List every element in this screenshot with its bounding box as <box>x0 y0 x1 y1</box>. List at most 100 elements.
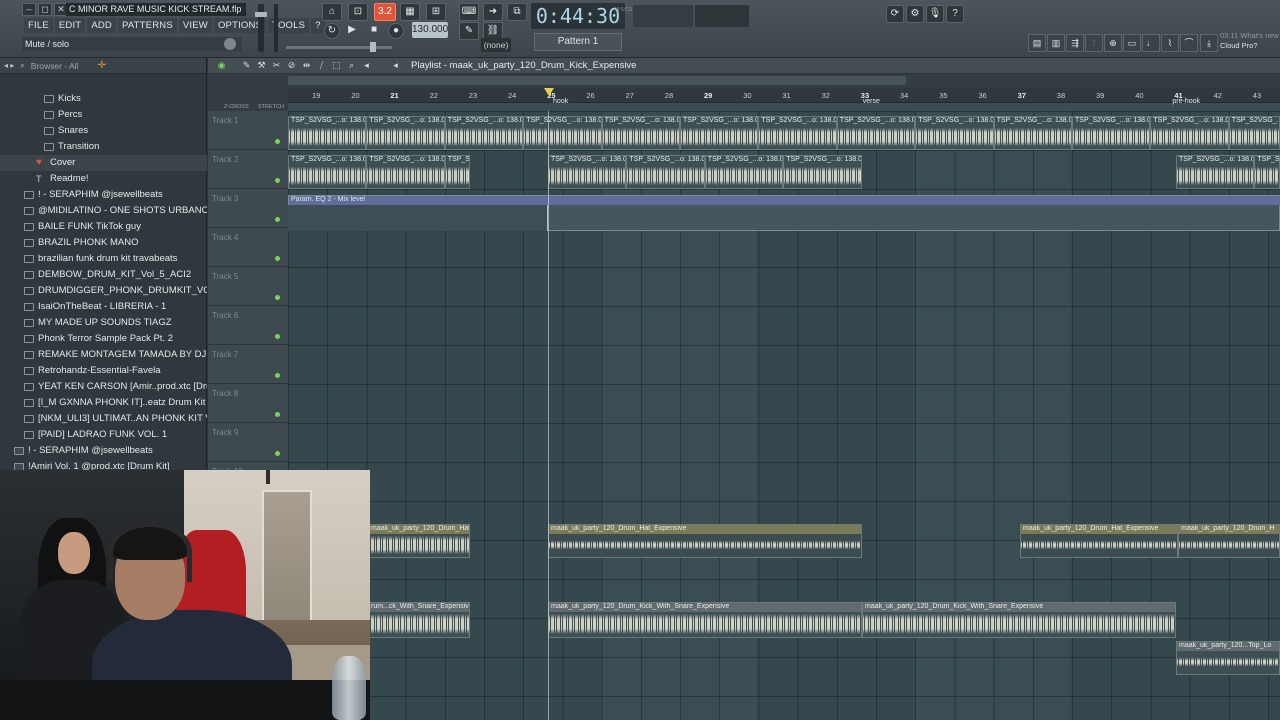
hat-clip-2[interactable]: maak_uk_party_120_Drum_Hat_Expensive <box>548 524 862 558</box>
playlist-view-icon[interactable]: ▤ <box>1028 34 1046 52</box>
browser-item[interactable]: brazilian funk drum kit travabeats <box>0 251 207 267</box>
top-loop-clip[interactable]: maak_uk_party_120...Top_Lo <box>1176 641 1280 675</box>
menu-patterns[interactable]: PATTERNS <box>118 18 177 33</box>
timeline-ruler[interactable]: 19 20 21 22 23 24 25 26 27 28 29 30 31 32 33 34 35 36 37 38… <box>288 88 1280 105</box>
browser-item[interactable]: DEMBOW_DRUM_KIT_Vol_5_ACI2 <box>0 267 207 283</box>
track-header[interactable]: Track 6 <box>208 306 288 345</box>
channel-rack-icon[interactable]: ⇶ <box>1066 34 1084 52</box>
plugin-icon[interactable]: ⚙ <box>906 5 924 23</box>
menu-view[interactable]: VIEW <box>178 18 212 33</box>
browser-item[interactable]: REMAKE MONTAGEM TAMADA BY DJ GYX <box>0 347 207 363</box>
mixer-icon[interactable]: ⧉ <box>507 3 527 21</box>
maximize-icon[interactable]: ◻ <box>38 3 52 16</box>
master-pitch-slider[interactable] <box>274 4 278 52</box>
tempo-display[interactable]: 130.000 <box>412 22 448 38</box>
metronome-icon[interactable]: ⌂ <box>322 3 342 21</box>
track-1-clip[interactable]: TSP_S2VSG_...o: 138.0 <box>601 116 680 150</box>
zoom-tool-icon[interactable]: ⌕ <box>346 60 357 71</box>
loop-icon[interactable]: ↻ <box>324 23 340 39</box>
track-1-clip[interactable]: TSP_S2VSG_...o: 138.0 <box>915 116 994 150</box>
browser-item[interactable]: Retrohandz-Essential-Favela <box>0 363 207 379</box>
paint-tool-icon[interactable]: ⚒ <box>256 60 267 71</box>
record-icon[interactable]: ● <box>388 23 404 39</box>
browser-nav-arrow-icon[interactable]: ◂ ▸ <box>4 61 14 70</box>
playlist-menu-icon[interactable]: ◉ <box>216 60 227 71</box>
browser-item[interactable]: DRUMDIGGER_PHONK_DRUMKIT_VOL_3 <box>0 283 207 299</box>
magnet-icon[interactable]: ⌒ <box>1180 34 1198 52</box>
browser-item[interactable]: @MIDILATINO - ONE SHOTS URBANOS VOL. 2 <box>0 203 207 219</box>
step-edit-icon[interactable]: ▦ <box>400 3 420 21</box>
track-2-clip[interactable]: TSP_S2VSG_...o: 138.0 <box>444 155 470 189</box>
track-header[interactable]: Track 5 <box>208 267 288 306</box>
track-2-clip[interactable]: TSP_S2VSG_...o: 138.0 <box>1176 155 1255 189</box>
playlist-scrollbar[interactable] <box>288 76 906 85</box>
track-1-clip[interactable]: TSP_S2VSG_...o: 138.0 <box>993 116 1072 150</box>
track-2-clip[interactable]: TSP_S2VSG_...o: 138.0 <box>704 155 784 189</box>
brush-icon[interactable]: ✎ <box>459 22 479 40</box>
tempo-tapper-icon[interactable]: ♩ <box>1142 34 1160 52</box>
mute-tool-icon[interactable]: ⊘ <box>286 60 297 71</box>
timeline-marker[interactable]: verse <box>863 98 880 105</box>
track-mute-led-icon[interactable] <box>275 139 280 144</box>
hat-clip-1[interactable]: maak_uk_party_120_Drum_Hat_Expensive <box>368 524 470 558</box>
track-mute-led-icon[interactable] <box>275 295 280 300</box>
track-header[interactable]: Track 9 <box>208 423 288 462</box>
menu-add[interactable]: ADD <box>87 18 116 33</box>
browser-item[interactable]: BAILE FUNK TikTok guy <box>0 219 207 235</box>
touch-controller-icon[interactable]: ⌇ <box>1161 34 1179 52</box>
browser-item[interactable]: T Readme! <box>0 171 207 187</box>
browser-item[interactable]: MY MADE UP SOUNDS TIAGZ <box>0 315 207 331</box>
track-mute-led-icon[interactable] <box>275 373 280 378</box>
browser-search-icon[interactable]: ⌕ <box>20 61 24 71</box>
browser-item[interactable]: ! - SERAPHIM @jsewellbeats <box>0 187 207 203</box>
countdown-button[interactable]: 3.2 <box>374 3 396 21</box>
browser-item[interactable]: Phonk Terror Sample Pack Pt. 2 <box>0 331 207 347</box>
playlist-grid[interactable]: TSP_S2VSG_...o: 138.0 TSP_S2VSG_...o: 138… <box>288 111 1280 720</box>
playlist-overview[interactable] <box>208 74 1280 88</box>
track-2-clip[interactable]: TSP_S2VSG_...o: 138.0 <box>783 155 862 189</box>
playback-tool-icon[interactable]: ◂ <box>361 60 372 71</box>
track-header[interactable]: Track 1 <box>208 111 288 150</box>
hat-clip-3[interactable]: maak_uk_party_120_Drum_Hat_Expensive <box>1020 524 1178 558</box>
typing-keyboard-icon[interactable]: ⌨ <box>459 3 479 21</box>
zcross-label[interactable]: Z-CROSS <box>224 104 249 110</box>
select-tool-icon[interactable]: ⬚ <box>331 60 342 71</box>
timeline-marker[interactable]: pre-hook <box>1172 98 1200 105</box>
plugin-picker-icon[interactable]: ⊕ <box>1104 34 1122 52</box>
slip-tool-icon[interactable]: ⇹ <box>301 60 312 71</box>
song-time-display[interactable]: 0:44:30 <box>531 3 625 29</box>
snap-selector[interactable]: (none) <box>481 38 511 52</box>
browser-item[interactable]: ! - SERAPHIM @jsewellbeats <box>0 443 207 459</box>
piano-roll-icon[interactable]: ▥ <box>1047 34 1065 52</box>
microphone-icon[interactable]: 🎙 <box>926 5 944 23</box>
stop-icon[interactable]: ■ <box>364 22 384 40</box>
kick-clip-2[interactable]: maak_uk_party_120_Drum_Kick_With_Snare_E… <box>548 602 862 638</box>
kick-clip-3[interactable]: maak_uk_party_120_Drum_Kick_With_Snare_E… <box>862 602 1176 638</box>
track-2-clip[interactable]: TSP_S2VSG_...o: 138.0 <box>626 155 705 189</box>
track-header[interactable]: Track 4 <box>208 228 288 267</box>
track-1-clip[interactable]: TSP_S2VSG_...o: 138.0 <box>758 116 837 150</box>
track-1-clip[interactable]: TSP_S2VSG_...o: 138.0 <box>1228 116 1280 150</box>
playlist-arrow-icon[interactable]: ◂ <box>390 60 401 71</box>
track-2-clip[interactable]: TSP_S2VSG_...o: 138.0 <box>1254 155 1280 189</box>
kick-clip-1[interactable]: rum...ck_With_Snare_Expensive <box>368 602 470 638</box>
track-1-clip[interactable]: TSP_S2VSG_...o: 138.0 <box>680 116 759 150</box>
track-mute-led-icon[interactable] <box>275 178 280 183</box>
track-header[interactable]: Track 7 <box>208 345 288 384</box>
track-mute-led-icon[interactable] <box>275 451 280 456</box>
mixer-view-icon[interactable]: ⫶ <box>1085 34 1103 52</box>
track-1-clip[interactable]: TSP_S2VSG_...o: 138.0 <box>1150 116 1229 150</box>
track-1-clip[interactable]: TSP_S2VSG_...o: 138.0 <box>836 116 916 150</box>
minimize-icon[interactable]: – <box>22 3 36 16</box>
browser-item[interactable]: YEAT KEN CARSON [Amir..prod.xtc [Drum Ki… <box>0 379 207 395</box>
refresh-icon[interactable]: ⟳ <box>886 5 904 23</box>
browser-item[interactable]: Kicks <box>0 91 207 107</box>
browser-item[interactable]: BRAZIL PHONK MANO <box>0 235 207 251</box>
download-icon[interactable]: ⤓ <box>1200 34 1218 52</box>
track-mute-led-icon[interactable] <box>275 217 280 222</box>
track-mute-led-icon[interactable] <box>275 334 280 339</box>
slice-tool-icon[interactable]: ⧸ <box>316 60 327 71</box>
project-browser-icon[interactable]: ▭ <box>1123 34 1141 52</box>
play-icon[interactable]: ▶ <box>342 22 362 40</box>
track-2-clip[interactable]: TSP_S2VSG_...o: 138.0 <box>366 155 445 189</box>
